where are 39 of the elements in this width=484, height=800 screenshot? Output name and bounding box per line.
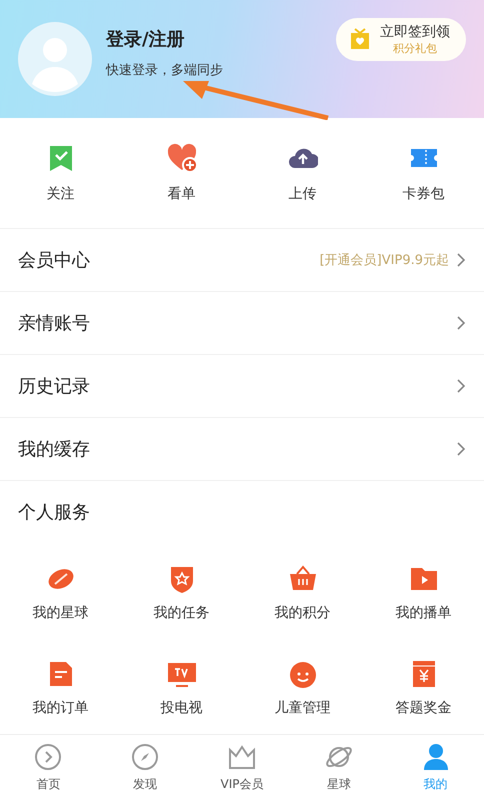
service-item[interactable]: 投电视 — [121, 639, 242, 734]
chevron-right-icon — [457, 253, 466, 267]
service-item[interactable]: 我的星球 — [0, 544, 121, 639]
profile-subtitle: 快速登录，多端同步 — [106, 62, 224, 79]
quick-link[interactable]: 卡券包 — [363, 118, 484, 228]
service-item[interactable]: 答题奖金 — [363, 639, 484, 734]
service-item[interactable]: 我的订单 — [0, 639, 121, 734]
sign-in-button[interactable]: 立即签到领 积分礼包 — [336, 18, 466, 60]
quick-link[interactable]: 看单 — [121, 118, 242, 228]
menu-label: 会员中心 — [18, 249, 90, 272]
chevron-right-icon — [457, 442, 466, 456]
tab[interactable]: 首页 — [0, 735, 97, 800]
avatar-icon[interactable] — [18, 22, 92, 96]
quick-link[interactable]: 上传 — [242, 118, 363, 228]
menu-label: 亲情账号 — [18, 312, 90, 335]
menu-label: 历史记录 — [18, 375, 90, 398]
chevron-right-icon — [457, 379, 466, 393]
menu-label: 我的缓存 — [18, 438, 90, 461]
service-item[interactable]: 我的任务 — [121, 544, 242, 639]
service-item[interactable]: 我的积分 — [242, 544, 363, 639]
menu-row[interactable]: 历史记录 — [0, 355, 484, 418]
child-face-icon — [288, 659, 318, 689]
menu-row[interactable]: 我的缓存 — [0, 418, 484, 481]
tab[interactable]: 发现 — [96, 735, 194, 800]
service-item[interactable]: 儿童管理 — [242, 639, 363, 734]
login-register-link[interactable]: 登录/注册 — [106, 27, 336, 51]
service-item[interactable]: 我的播单 — [363, 544, 484, 639]
tab[interactable]: 星球 — [290, 735, 388, 800]
tab[interactable]: VIP会员 — [194, 735, 290, 800]
gift-icon — [348, 27, 372, 51]
menu-row[interactable]: 亲情账号 — [0, 292, 484, 355]
play-circle-icon — [33, 742, 64, 772]
heart-plus-icon — [166, 143, 196, 173]
quick-link[interactable]: 关注 — [0, 118, 121, 228]
vip-offer-text: [开通会员]VIP9.9元起 — [320, 252, 449, 269]
compass-icon — [130, 742, 160, 772]
menu-row[interactable]: 会员中心 [开通会员]VIP9.9元起 — [0, 229, 484, 292]
chevron-right-icon — [457, 316, 466, 330]
section-title: 个人服务 — [17, 501, 91, 525]
